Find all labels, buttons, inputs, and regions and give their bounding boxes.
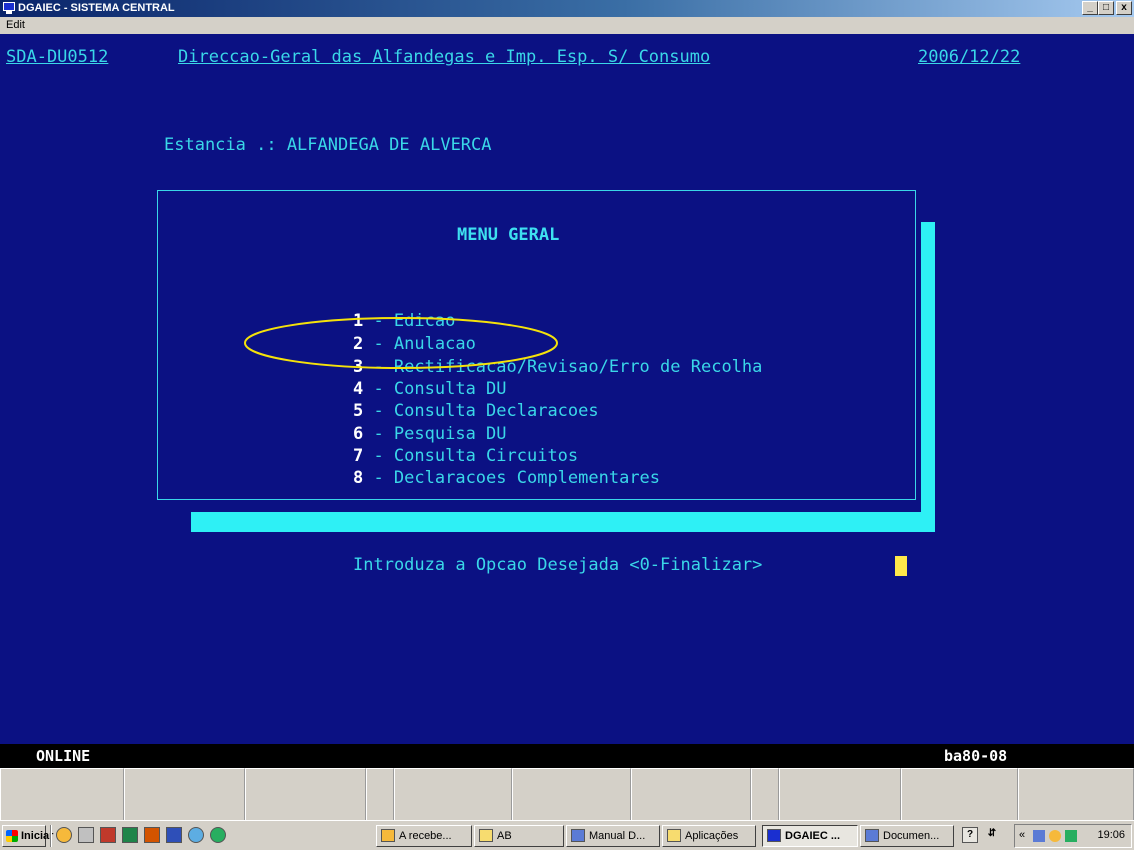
windows-logo-icon	[6, 830, 18, 842]
menu-bar: Edit	[0, 17, 1134, 34]
menu-item-pesquisa-du[interactable]: 6 - Pesquisa DU	[312, 401, 507, 444]
function-key-spacer	[751, 768, 779, 820]
terminal-screen[interactable]: SDA-DU0512 Direccao-Geral das Alfandegas…	[0, 34, 1134, 744]
function-key-button[interactable]	[512, 768, 631, 820]
input-cursor[interactable]	[895, 556, 907, 576]
maximize-button[interactable]: □	[1098, 1, 1114, 15]
window-title: DGAIEC - SISTEMA CENTRAL	[18, 2, 175, 14]
option-prompt: Introduza a Opcao Desejada <0-Finalizar>	[353, 555, 763, 575]
highlight-ellipse	[244, 317, 558, 369]
language-bar-icon[interactable]: ⇵	[984, 827, 1000, 843]
close-button[interactable]: x	[1116, 1, 1132, 15]
window-controls: _ □ x	[1082, 1, 1132, 15]
function-key-button[interactable]	[1018, 768, 1134, 820]
menu-title: MENU GERAL	[457, 225, 560, 245]
folder-icon	[479, 829, 493, 842]
status-online: ONLINE	[36, 747, 91, 765]
function-key-button[interactable]	[394, 768, 512, 820]
tray-expand-icon[interactable]: «	[1019, 829, 1025, 841]
status-tray-icon[interactable]	[1065, 830, 1077, 842]
word-icon	[865, 829, 879, 842]
start-button[interactable]: Iniciar	[2, 825, 53, 847]
window-title-bar[interactable]: DGAIEC - SISTEMA CENTRAL _ □ x	[0, 0, 1134, 17]
menu-item-label: Declaracoes Complementares	[393, 468, 661, 488]
status-session-id: ba80-08	[944, 747, 1008, 765]
terminal-icon	[767, 829, 781, 842]
task-aplicacoes[interactable]: Aplicações	[662, 825, 756, 847]
network-tray-icon[interactable]	[1033, 830, 1045, 842]
task-label: DGAIEC ...	[785, 830, 841, 842]
word-icon[interactable]	[166, 827, 182, 843]
task-dgaiec[interactable]: DGAIEC ...	[762, 825, 858, 847]
terminal-app-icon	[3, 2, 15, 14]
screen-id: SDA-DU0512	[6, 47, 109, 67]
function-key-button[interactable]	[631, 768, 751, 820]
media-player-icon[interactable]	[210, 827, 226, 843]
menu-item-consulta-declaracoes[interactable]: 5 - Consulta Declaracoes	[312, 378, 599, 421]
status-line: ONLINE ba80-08	[0, 744, 1134, 768]
browser-icon[interactable]	[188, 827, 204, 843]
header-date: 2006/12/22	[918, 47, 1021, 67]
menu-box-shadow-right	[921, 222, 935, 532]
start-label: Iniciar	[21, 830, 54, 842]
estancia-line: Estancia .: ALFANDEGA DE ALVERCA	[164, 135, 492, 155]
function-key-row	[0, 768, 1134, 820]
menu-box-shadow-bottom	[191, 512, 935, 532]
task-label: A recebe...	[399, 830, 452, 842]
clock-tray-icon[interactable]	[1049, 830, 1061, 842]
minimize-button[interactable]: _	[1082, 1, 1098, 15]
clock-icon[interactable]	[56, 827, 72, 843]
network-icon[interactable]	[78, 827, 94, 843]
function-key-button[interactable]	[245, 768, 366, 820]
help-icon[interactable]: ?	[962, 827, 978, 843]
task-ab[interactable]: AB	[474, 825, 564, 847]
function-key-button[interactable]	[124, 768, 245, 820]
menu-item-consulta-circuitos[interactable]: 7 - Consulta Circuitos	[312, 423, 578, 466]
taskbar-separator	[50, 825, 52, 847]
menu-item-number: 8	[352, 468, 364, 488]
folder-icon	[667, 829, 681, 842]
function-key-button[interactable]	[779, 768, 901, 820]
task-manual[interactable]: Manual D...	[566, 825, 660, 847]
function-key-button[interactable]	[901, 768, 1018, 820]
excel-icon[interactable]	[122, 827, 138, 843]
function-key-spacer	[366, 768, 394, 820]
function-key-button[interactable]	[0, 768, 124, 820]
menu-edit[interactable]: Edit	[6, 19, 25, 31]
header-title: Direccao-Geral das Alfandegas e Imp. Esp…	[178, 47, 711, 67]
menu-item-edicao[interactable]: 1 - Edicao	[312, 288, 455, 331]
task-a-recebe[interactable]: A recebe...	[376, 825, 472, 847]
word-icon	[571, 829, 585, 842]
clock-icon	[381, 829, 395, 842]
task-documento[interactable]: Documen...	[860, 825, 954, 847]
powerpoint-icon[interactable]	[144, 827, 160, 843]
task-label: AB	[497, 830, 512, 842]
menu-item-declaracoes-complementares[interactable]: 8 - Declaracoes Complementares	[312, 445, 660, 488]
taskbar-clock[interactable]: 19:06	[1097, 829, 1125, 841]
task-label: Documen...	[883, 830, 940, 842]
taskbar: Iniciar A recebe... AB Manual D... Aplic…	[0, 820, 1134, 850]
task-label: Manual D...	[589, 830, 646, 842]
task-label: Aplicações	[685, 830, 739, 842]
pdf-icon[interactable]	[100, 827, 116, 843]
system-tray: « 19:06	[1014, 824, 1132, 848]
